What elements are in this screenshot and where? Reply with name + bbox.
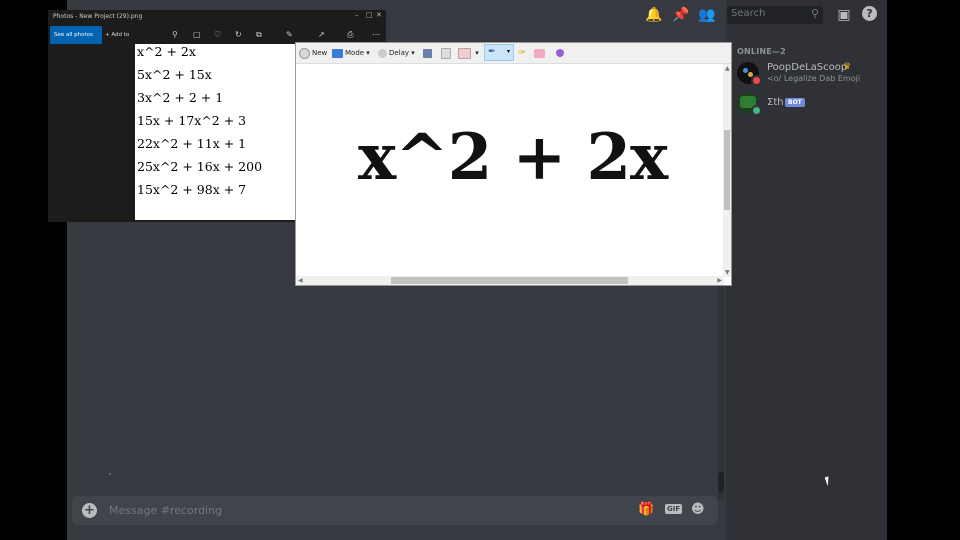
copy-button[interactable] (441, 45, 453, 61)
eraser-icon (534, 48, 545, 58)
member-status-text: <o/ Legalize Dab Emoji (767, 74, 861, 83)
captured-equation: x^2 + 2x (358, 120, 668, 195)
photo-image: x^2 + 2x 5x^2 + 15x 3x^2 + 2 + 1 15x + 1… (135, 44, 295, 220)
send-button[interactable]: ▾ (458, 45, 479, 61)
edit-icon[interactable]: ✎ (286, 30, 293, 39)
new-snip-button[interactable]: New (299, 45, 327, 61)
horizontal-scroll-thumb[interactable] (391, 277, 628, 284)
delay-label: Delay (389, 49, 410, 57)
equation-line: 3x^2 + 2 + 1 (137, 90, 224, 105)
emoji-icon[interactable]: ☻ (691, 502, 705, 517)
save-icon (423, 48, 432, 58)
mode-icon (332, 48, 343, 58)
save-button[interactable] (423, 45, 434, 61)
dnd-status-icon (751, 75, 762, 86)
scroll-up-icon[interactable]: ▲ (725, 65, 730, 72)
window-title: Photos - New Project (29).png (53, 13, 143, 20)
snipping-toolbar: New Mode ▾ Delay ▾ ▾ ✒ ▾ ✑ (296, 43, 731, 64)
rotate-icon[interactable]: ↻ (235, 30, 242, 39)
eraser-button[interactable] (534, 45, 547, 61)
more-icon[interactable]: ⋯ (372, 30, 380, 39)
equation-line: 5x^2 + 15x (137, 67, 212, 82)
help-icon[interactable]: ? (862, 6, 877, 21)
print-icon[interactable]: ⎙ (347, 30, 353, 40)
see-all-label: See all photos (54, 32, 93, 38)
new-label: New (312, 49, 328, 57)
mode-button[interactable]: Mode ▾ (332, 45, 370, 61)
copy-icon (441, 47, 451, 59)
minimize-icon[interactable]: – (355, 11, 359, 19)
vertical-scrollbar[interactable]: ▲ ▼ (723, 64, 731, 277)
bot-badge: BOT (785, 98, 805, 107)
zoom-icon[interactable]: ⚲ (172, 30, 178, 39)
see-all-photos-button[interactable]: See all photos (50, 26, 102, 44)
crop-icon[interactable]: ⧉ (256, 30, 262, 40)
chat-scrollbar-thumb[interactable] (718, 472, 724, 492)
pen-icon: ✒ (488, 47, 496, 57)
scroll-left-icon[interactable]: ◀ (298, 277, 303, 284)
share-icon[interactable]: ↗ (318, 30, 325, 39)
scroll-right-icon[interactable]: ▶ (717, 277, 722, 284)
snip-canvas: x^2 + 2x (296, 64, 724, 276)
gift-icon[interactable]: 🎁 (638, 502, 654, 517)
maximize-icon[interactable]: □ (366, 11, 373, 19)
online-status-icon (751, 105, 762, 116)
message-placeholder: Message #recording (109, 504, 223, 517)
paint3d-button[interactable] (556, 45, 566, 61)
members-header: ONLINE—2 (737, 47, 786, 56)
equation-line: 25x^2 + 16x + 200 (137, 159, 263, 174)
clock-icon (378, 48, 387, 58)
dot (109, 473, 111, 475)
equation-line: 15x + 17x^2 + 3 (137, 113, 247, 128)
search-input[interactable]: Search ⚲ (727, 6, 823, 24)
delay-button[interactable]: Delay ▾ (378, 45, 415, 61)
equation-line: 22x^2 + 11x + 1 (137, 136, 247, 151)
member-item[interactable]: Σth BOT (737, 92, 877, 118)
heart-icon[interactable]: ♡ (214, 30, 221, 39)
highlighter-icon: ✑ (518, 48, 526, 58)
bell-icon[interactable]: 🔔 (645, 6, 663, 24)
add-to-label: Add to (111, 32, 130, 38)
snipping-tool-window: New Mode ▾ Delay ▾ ▾ ✒ ▾ ✑ x^2 + 2x ▲ ▼ ◀… (295, 42, 732, 286)
add-attachment-button[interactable]: + (82, 503, 97, 518)
highlighter-button[interactable]: ✑ (518, 45, 526, 61)
search-icon: ⚲ (810, 7, 819, 20)
horizontal-scrollbar[interactable]: ◀ ▶ (296, 276, 724, 285)
message-input[interactable]: + Message #recording 🎁 GIF ☻ (72, 496, 718, 525)
pin-icon[interactable]: 📌 (672, 6, 690, 24)
send-icon (458, 47, 471, 59)
crown-icon: ♛ (843, 62, 852, 72)
vertical-scroll-thumb[interactable] (724, 130, 730, 210)
pen-button[interactable]: ✒ ▾ (484, 44, 514, 61)
member-name: PoopDeLaScoop (767, 62, 848, 73)
equation-line: x^2 + 2x (137, 44, 196, 59)
scissors-icon (299, 47, 310, 59)
gif-button[interactable]: GIF (665, 504, 683, 514)
paint3d-icon (556, 49, 564, 57)
add-to-button[interactable]: + Add to (105, 26, 129, 44)
delete-icon[interactable]: ▢ (193, 30, 201, 39)
member-name: Σth (767, 97, 784, 108)
search-placeholder: Search (731, 8, 766, 19)
members-icon[interactable]: 👥 (698, 6, 716, 24)
member-item[interactable]: PoopDeLaScoop ♛ <o/ Legalize Dab Emoji (737, 62, 877, 88)
mode-label: Mode (345, 49, 365, 57)
scroll-down-icon[interactable]: ▼ (725, 269, 730, 276)
inbox-icon[interactable]: ▣ (835, 6, 853, 24)
close-icon[interactable]: ✕ (376, 11, 382, 19)
chevron-down-icon: ▾ (507, 48, 511, 55)
equation-line: 15x^2 + 98x + 7 (137, 182, 247, 197)
